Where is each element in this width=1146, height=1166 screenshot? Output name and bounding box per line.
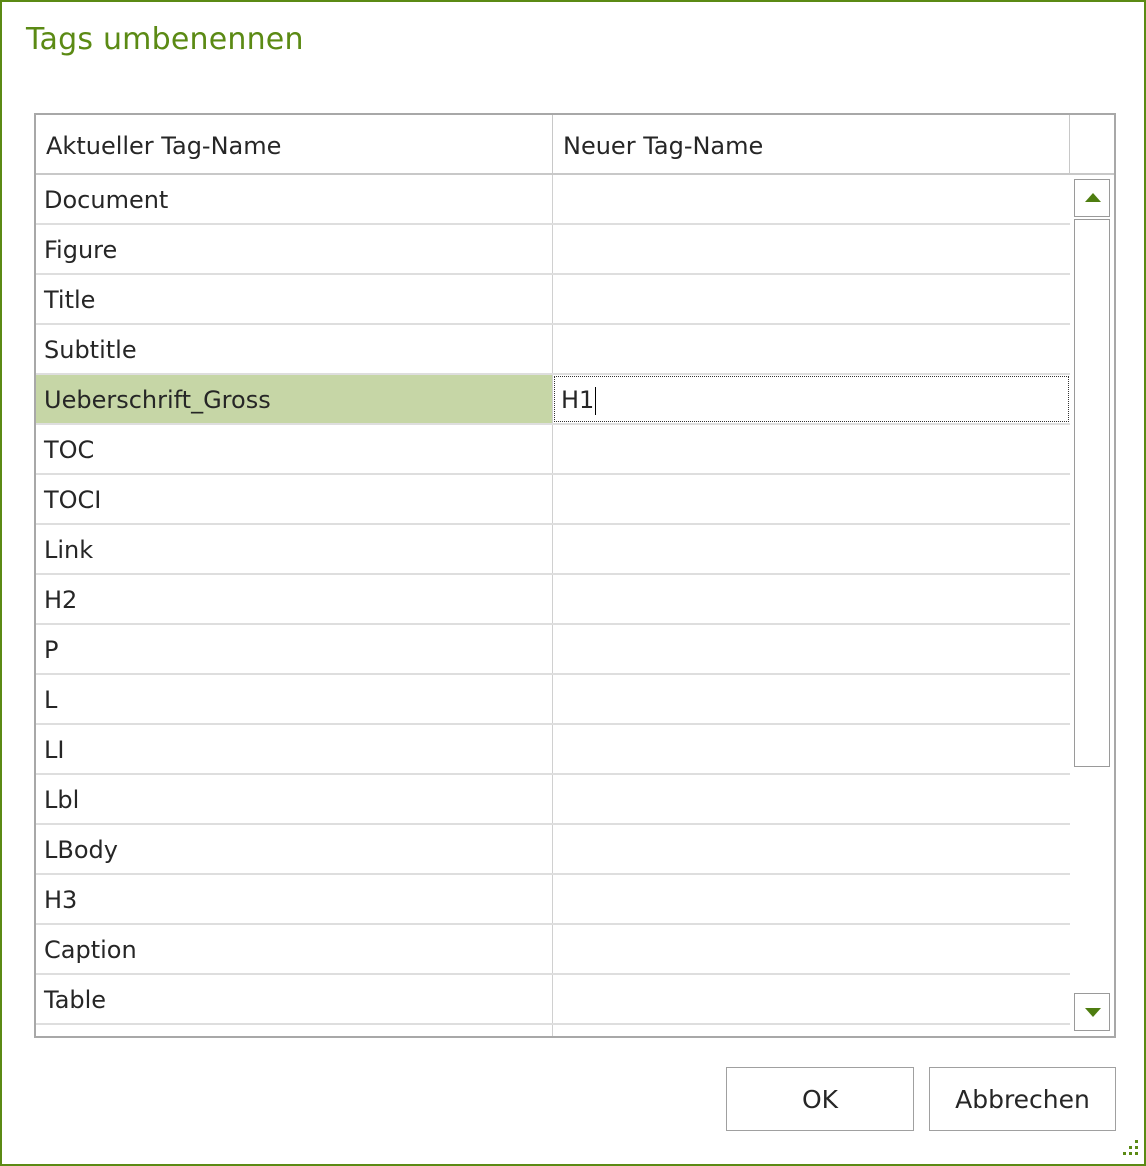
- table-row[interactable]: Subtitle: [36, 325, 1070, 375]
- current-tag-cell[interactable]: Caption: [36, 925, 553, 973]
- new-tag-cell[interactable]: [553, 425, 1070, 473]
- rename-tags-dialog: Tags umbenennen Aktueller Tag-Name Neuer…: [0, 0, 1146, 1166]
- table-row[interactable]: Table: [36, 975, 1070, 1025]
- table-row[interactable]: H2: [36, 575, 1070, 625]
- new-tag-cell[interactable]: [553, 725, 1070, 773]
- current-tag-cell[interactable]: H3: [36, 875, 553, 923]
- current-tag-cell[interactable]: L: [36, 675, 553, 723]
- new-tag-cell[interactable]: [553, 325, 1070, 373]
- current-tag-cell[interactable]: Ueberschrift_Gross: [36, 375, 553, 423]
- current-tag-cell[interactable]: H2: [36, 575, 553, 623]
- new-tag-cell[interactable]: [553, 675, 1070, 723]
- new-tag-cell[interactable]: [553, 1025, 1070, 1036]
- table-row-partial[interactable]: [36, 1025, 1070, 1036]
- new-tag-cell[interactable]: [553, 625, 1070, 673]
- tags-grid: Aktueller Tag-Name Neuer Tag-Name Docume…: [34, 113, 1116, 1038]
- scroll-up-button[interactable]: [1074, 179, 1110, 217]
- table-row[interactable]: Link: [36, 525, 1070, 575]
- current-tag-cell[interactable]: Subtitle: [36, 325, 553, 373]
- table-row-selected[interactable]: Ueberschrift_Gross H1: [36, 375, 1070, 425]
- new-tag-cell[interactable]: [553, 175, 1070, 223]
- ok-button[interactable]: OK: [726, 1067, 914, 1131]
- new-tag-cell[interactable]: [553, 775, 1070, 823]
- column-header-new-tag[interactable]: Neuer Tag-Name: [553, 115, 1070, 173]
- vertical-scrollbar[interactable]: [1070, 175, 1114, 1036]
- current-tag-cell[interactable]: Lbl: [36, 775, 553, 823]
- column-header-current-tag[interactable]: Aktueller Tag-Name: [36, 115, 553, 173]
- table-row[interactable]: LBody: [36, 825, 1070, 875]
- current-tag-cell[interactable]: Document: [36, 175, 553, 223]
- table-row[interactable]: LI: [36, 725, 1070, 775]
- dialog-title: Tags umbenennen: [26, 22, 304, 57]
- current-tag-cell[interactable]: P: [36, 625, 553, 673]
- new-tag-edit-field[interactable]: H1: [553, 375, 1070, 423]
- table-row[interactable]: Figure: [36, 225, 1070, 275]
- new-tag-cell[interactable]: [553, 825, 1070, 873]
- table-row[interactable]: Caption: [36, 925, 1070, 975]
- table-row[interactable]: P: [36, 625, 1070, 675]
- table-row[interactable]: Lbl: [36, 775, 1070, 825]
- resize-grip-icon[interactable]: [1118, 1138, 1140, 1160]
- current-tag-cell[interactable]: LBody: [36, 825, 553, 873]
- new-tag-cell[interactable]: [553, 925, 1070, 973]
- current-tag-cell[interactable]: TOCI: [36, 475, 553, 523]
- current-tag-cell[interactable]: [36, 1025, 553, 1036]
- new-tag-cell[interactable]: [553, 275, 1070, 323]
- table-row[interactable]: Document: [36, 175, 1070, 225]
- cancel-button[interactable]: Abbrechen: [929, 1067, 1116, 1131]
- triangle-down-icon: [1085, 1008, 1101, 1017]
- triangle-up-icon: [1085, 193, 1101, 202]
- scrollbar-thumb[interactable]: [1074, 219, 1110, 767]
- grid-header: Aktueller Tag-Name Neuer Tag-Name: [36, 115, 1114, 175]
- new-tag-edit-text: H1: [561, 386, 595, 414]
- text-caret: [595, 387, 597, 415]
- current-tag-cell[interactable]: Title: [36, 275, 553, 323]
- new-tag-cell[interactable]: [553, 875, 1070, 923]
- table-row[interactable]: L: [36, 675, 1070, 725]
- column-header-spacer: [1070, 115, 1114, 173]
- table-row[interactable]: TOCI: [36, 475, 1070, 525]
- scroll-down-button[interactable]: [1074, 993, 1110, 1031]
- table-row[interactable]: TOC: [36, 425, 1070, 475]
- current-tag-cell[interactable]: LI: [36, 725, 553, 773]
- new-tag-cell[interactable]: [553, 225, 1070, 273]
- current-tag-cell[interactable]: Table: [36, 975, 553, 1023]
- grid-rows: Document Figure Title Subtitle Ueberschr…: [36, 175, 1070, 1036]
- current-tag-cell[interactable]: TOC: [36, 425, 553, 473]
- new-tag-cell[interactable]: [553, 975, 1070, 1023]
- new-tag-cell[interactable]: [553, 475, 1070, 523]
- new-tag-cell[interactable]: [553, 525, 1070, 573]
- current-tag-cell[interactable]: Link: [36, 525, 553, 573]
- current-tag-cell[interactable]: Figure: [36, 225, 553, 273]
- new-tag-cell[interactable]: [553, 575, 1070, 623]
- table-row[interactable]: H3: [36, 875, 1070, 925]
- table-row[interactable]: Title: [36, 275, 1070, 325]
